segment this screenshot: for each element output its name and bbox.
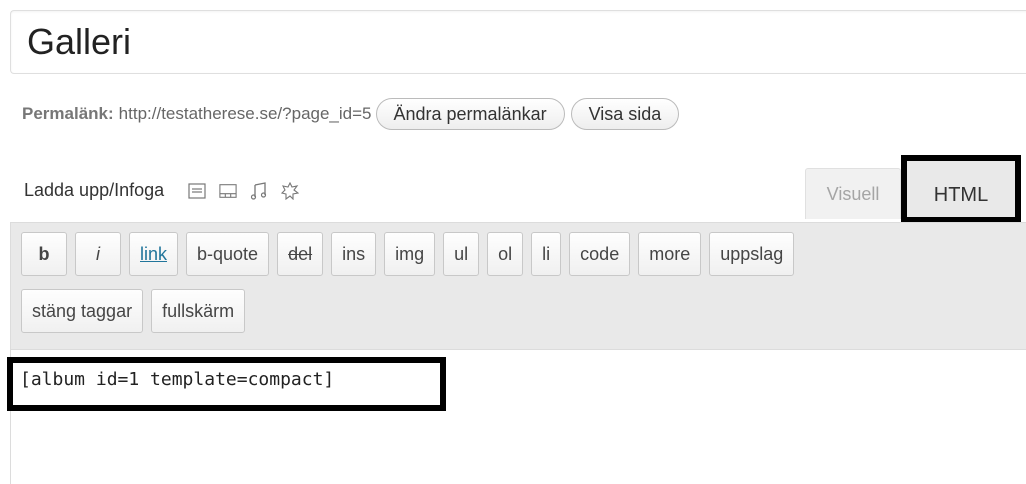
view-page-button[interactable]: Visa sida bbox=[570, 98, 680, 130]
italic-button[interactable]: i bbox=[75, 232, 121, 276]
del-button[interactable]: del bbox=[277, 232, 324, 276]
ins-button[interactable]: ins bbox=[331, 232, 377, 276]
more-button[interactable]: more bbox=[638, 232, 702, 276]
permalink-url[interactable]: http://testatherese.se/?page_id=5 bbox=[119, 104, 372, 124]
code-button[interactable]: code bbox=[569, 232, 631, 276]
tab-visual-label: Visuell bbox=[826, 183, 880, 204]
permalink-label: Permalänk: bbox=[22, 104, 114, 123]
media-icon[interactable] bbox=[281, 181, 300, 200]
tab-html-label: HTML bbox=[933, 183, 989, 206]
permalink-row: Permalänk: http://testatherese.se/?page_… bbox=[22, 96, 685, 132]
tab-html[interactable]: HTML bbox=[901, 155, 1021, 223]
post-editor: Galleri Permalänk: http://testatherese.s… bbox=[0, 0, 1026, 484]
li-button[interactable]: li bbox=[531, 232, 562, 276]
upload-insert-label: Ladda upp/Infoga bbox=[24, 180, 165, 200]
quicktags-row-2: stäng taggar fullskärm bbox=[21, 289, 253, 333]
change-permalinks-button[interactable]: Ändra permalänkar bbox=[375, 98, 565, 130]
blockquote-button[interactable]: b-quote bbox=[186, 232, 270, 276]
title-text: Galleri bbox=[27, 21, 132, 62]
video-icon[interactable] bbox=[219, 182, 237, 200]
link-button[interactable]: link bbox=[129, 232, 179, 276]
image-icon[interactable] bbox=[188, 182, 206, 200]
ul-button[interactable]: ul bbox=[443, 232, 480, 276]
ol-button[interactable]: ol bbox=[487, 232, 524, 276]
editor-content: [album id=1 template=compact] bbox=[20, 369, 335, 390]
tab-visual[interactable]: Visuell bbox=[805, 168, 901, 219]
img-button[interactable]: img bbox=[384, 232, 436, 276]
audio-icon[interactable] bbox=[250, 181, 268, 200]
close-tags-button[interactable]: stäng taggar bbox=[21, 289, 144, 333]
lookup-button[interactable]: uppslag bbox=[709, 232, 795, 276]
fullscreen-button[interactable]: fullskärm bbox=[151, 289, 246, 333]
title-field[interactable]: Galleri bbox=[10, 10, 1026, 74]
quicktags-toolbar: b i link b-quote del ins img ul ol li co… bbox=[10, 222, 1026, 350]
quicktags-row-1: b i link b-quote del ins img ul ol li co… bbox=[21, 232, 802, 276]
media-buttons: Ladda upp/Infoga bbox=[24, 180, 312, 201]
bold-button[interactable]: b bbox=[21, 232, 67, 276]
